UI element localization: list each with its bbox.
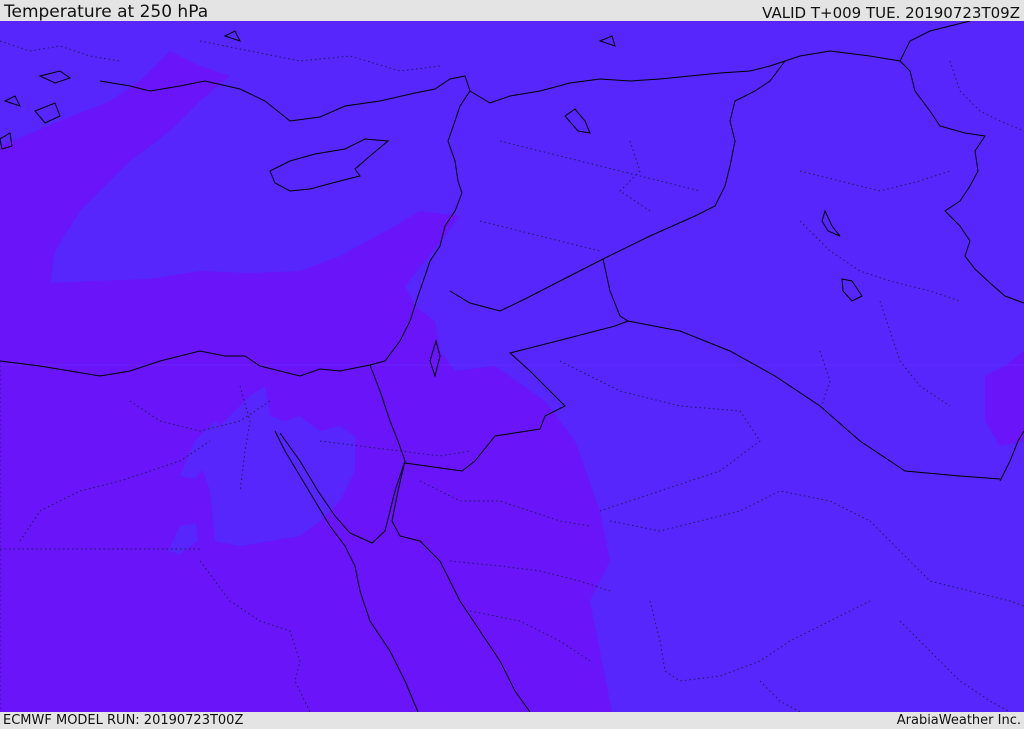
footer-bar: ECMWF MODEL RUN: 20190723T00Z ArabiaWeat… xyxy=(0,712,1024,729)
credit-label: ArabiaWeather Inc. xyxy=(896,713,1021,728)
model-run-label: ECMWF MODEL RUN: 20190723T00Z xyxy=(3,713,244,728)
map-canvas xyxy=(0,21,1024,712)
map-title: Temperature at 250 hPa xyxy=(4,2,209,22)
valid-time-label: VALID T+009 TUE. 20190723T09Z xyxy=(762,4,1020,22)
temperature-map xyxy=(0,21,1024,712)
header-bar: Temperature at 250 hPa VALID T+009 TUE. … xyxy=(0,0,1024,21)
